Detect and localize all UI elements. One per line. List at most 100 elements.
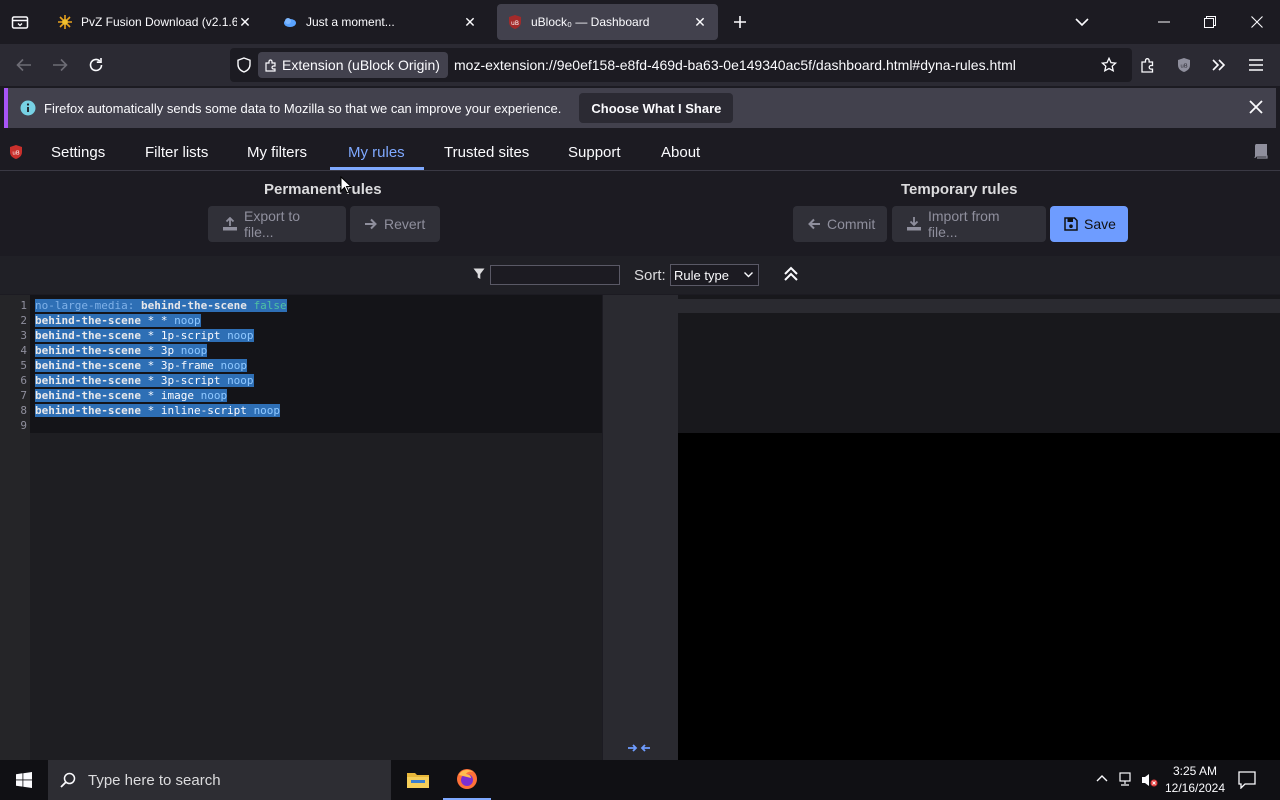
temporary-rules-heading: Temporary rules <box>901 181 1018 198</box>
download-icon <box>906 217 928 231</box>
close-icon[interactable] <box>1249 100 1263 114</box>
tab-just-a-moment[interactable]: Just a moment... ✕ <box>272 4 488 40</box>
info-icon <box>20 100 36 116</box>
notification-message: Firefox automatically sends some data to… <box>44 100 562 116</box>
tab-title: uBlock₀ — Dashboard <box>531 15 650 29</box>
minimize-button[interactable] <box>1141 0 1187 44</box>
import-label: Import from file... <box>928 208 1000 240</box>
code-token: noop <box>220 359 247 372</box>
choose-what-i-share-button[interactable]: Choose What I Share <box>579 93 734 123</box>
code-token: noop <box>200 389 228 402</box>
code-token: behind-the-scene <box>35 359 141 372</box>
taskbar-search[interactable]: Type here to search <box>48 760 391 800</box>
current-line-highlight <box>678 299 1280 313</box>
chevron-up-icon[interactable] <box>1096 774 1108 782</box>
firefox-icon[interactable] <box>443 760 491 800</box>
tab-trusted-sites[interactable]: Trusted sites <box>444 144 529 161</box>
commit-button[interactable]: Commit <box>793 206 887 242</box>
revert-button[interactable]: Revert <box>350 206 440 242</box>
extensions-puzzle-icon[interactable] <box>1132 49 1164 81</box>
import-from-file-button[interactable]: Import from file... <box>892 206 1046 242</box>
site-identity-button[interactable]: Extension (uBlock Origin) <box>258 52 448 78</box>
code-token: * 1p-script <box>140 329 228 342</box>
line-number: 4 <box>20 344 27 357</box>
code-token: behind-the-scene <box>35 389 141 402</box>
volume-muted-icon[interactable] <box>1141 772 1159 788</box>
back-icon[interactable] <box>8 49 40 81</box>
line-number: 6 <box>20 374 27 387</box>
ublock-icon[interactable]: uB <box>1168 49 1200 81</box>
reload-icon[interactable] <box>80 49 112 81</box>
url-text[interactable]: moz-extension://9e0ef158-e8fd-469d-ba63-… <box>454 57 1016 73</box>
tab-about[interactable]: About <box>661 144 700 161</box>
tab-my-rules[interactable]: My rules <box>348 144 405 161</box>
book-icon[interactable] <box>1252 142 1270 160</box>
line-number: 7 <box>20 389 27 402</box>
identity-label: Extension (uBlock Origin) <box>282 57 440 73</box>
tab-pvz[interactable]: PvZ Fusion Download (v2.1.6) A ✕ <box>47 4 263 40</box>
url-bar[interactable]: Extension (uBlock Origin) moz-extension:… <box>230 48 1132 82</box>
tab-support[interactable]: Support <box>568 144 621 161</box>
tab-my-filters[interactable]: My filters <box>247 144 307 161</box>
code-token: behind-the-scene <box>35 329 141 342</box>
chevron-down-icon <box>744 272 753 278</box>
pvz-favicon-icon <box>57 14 73 30</box>
code-line: behind-the-scene * * noop <box>35 314 201 327</box>
code-token: * 3p-script <box>140 374 228 387</box>
rule-filter-input[interactable] <box>490 265 620 285</box>
svg-text:uB: uB <box>511 20 519 27</box>
tab-filter-lists[interactable]: Filter lists <box>145 144 208 161</box>
shield-icon[interactable] <box>236 57 252 73</box>
save-button[interactable]: Save <box>1050 206 1128 242</box>
overflow-icon[interactable] <box>1203 49 1235 81</box>
menu-icon[interactable] <box>1240 49 1272 81</box>
code-token: * 3p <box>140 344 181 357</box>
tab-settings[interactable]: Settings <box>51 144 105 161</box>
mouse-cursor-icon <box>340 176 352 194</box>
active-tab-indicator <box>330 167 424 170</box>
upload-icon <box>222 217 244 231</box>
export-to-file-button[interactable]: Export to file... <box>208 206 346 242</box>
sort-value: Rule type <box>674 268 729 283</box>
code-area[interactable] <box>678 295 1280 433</box>
close-icon[interactable]: ✕ <box>692 14 708 30</box>
new-tab-button[interactable] <box>720 0 760 44</box>
code-line: no-large-media: behind-the-scene false <box>35 299 287 312</box>
chevron-down-icon[interactable] <box>1060 0 1104 44</box>
ublock-favicon-icon: uB <box>507 14 523 30</box>
tab-ublock-dashboard[interactable]: uB uBlock₀ — Dashboard ✕ <box>497 4 718 40</box>
svg-text:uB: uB <box>1180 64 1187 70</box>
search-icon <box>60 772 76 788</box>
network-icon[interactable] <box>1118 772 1136 788</box>
code-line: behind-the-scene * 3p-script noop <box>35 374 254 387</box>
notifications-icon[interactable] <box>1238 771 1256 789</box>
clock-time: 3:25 AM <box>1172 764 1218 778</box>
code-line: behind-the-scene * image noop <box>35 389 228 402</box>
temporary-rules-editor[interactable] <box>678 295 1280 760</box>
code-area[interactable]: no-large-media: behind-the-scene false be… <box>30 295 602 433</box>
close-icon[interactable]: ✕ <box>237 14 253 30</box>
collapse-icon[interactable] <box>783 266 799 282</box>
system-clock[interactable]: 3:25 AM 12/16/2024 <box>1160 763 1230 797</box>
file-explorer-icon[interactable] <box>394 760 442 800</box>
merge-gap <box>603 295 678 760</box>
code-token: behind-the-scene <box>35 344 141 357</box>
windows-start-icon[interactable] <box>0 760 48 800</box>
close-window-button[interactable] <box>1234 0 1280 44</box>
sort-select[interactable]: Rule type <box>670 264 759 286</box>
star-icon[interactable] <box>1093 49 1125 81</box>
line-number: 5 <box>20 359 27 372</box>
export-label: Export to file... <box>244 208 301 240</box>
code-token <box>246 299 254 312</box>
restore-button[interactable] <box>1187 0 1233 44</box>
tab-list-icon[interactable] <box>0 0 40 44</box>
line-number: 2 <box>20 314 27 327</box>
line-number-gutter: 1 2 3 4 5 6 7 8 9 <box>0 295 30 760</box>
line-number: 1 <box>20 299 27 312</box>
rules-controls: Sort: Rule type <box>0 256 1280 294</box>
permanent-rules-editor[interactable]: 1 2 3 4 5 6 7 8 9 no-large-media: behind-the-sce… <box>0 295 602 760</box>
merge-arrows-icon[interactable] <box>627 743 651 753</box>
forward-icon[interactable] <box>44 49 76 81</box>
ublock-dashboard: uB Settings Filter lists My filters My r… <box>0 132 1280 760</box>
close-icon[interactable]: ✕ <box>462 14 478 30</box>
